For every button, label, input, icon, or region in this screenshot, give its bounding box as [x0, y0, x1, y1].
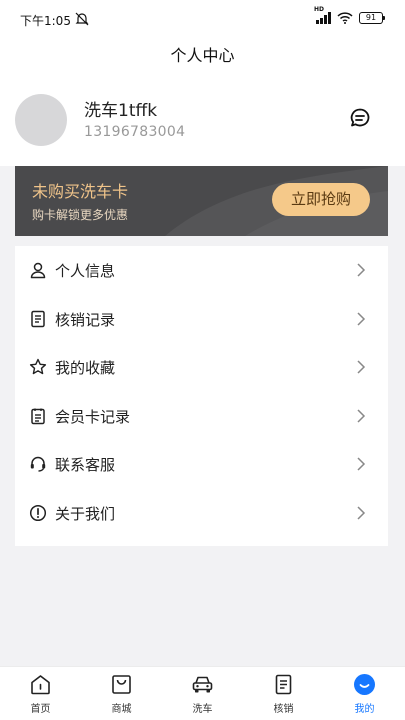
- info-icon: [29, 504, 47, 522]
- nav-bar: 个人中心: [0, 40, 405, 76]
- banner-subtitle: 购卡解锁更多优惠: [32, 208, 129, 222]
- shopping-bag-icon: [112, 675, 131, 694]
- battery-level: 91: [365, 13, 377, 22]
- menu-item-verification-records[interactable]: 核销记录: [15, 295, 388, 343]
- card-record-icon: [31, 408, 45, 425]
- chevron-right-icon: [357, 360, 366, 374]
- battery-icon: 91: [359, 12, 385, 24]
- tab-label: 洗车: [192, 704, 213, 715]
- menu-label: 我的收藏: [55, 359, 116, 377]
- tab-label: 首页: [30, 704, 51, 715]
- menu-item-customer-service[interactable]: 联系客服: [15, 440, 388, 488]
- wifi-icon: [337, 12, 353, 24]
- page-title: 个人中心: [170, 46, 235, 65]
- car-icon: [192, 676, 213, 693]
- banner-title: 未购买洗车卡: [32, 182, 129, 201]
- tab-label: 核销: [273, 704, 294, 715]
- user-name: 洗车1tffk: [84, 101, 158, 121]
- settings-menu: 个人信息 核销记录 我的收藏 会员卡记录 联系客服 关于我们: [15, 246, 388, 546]
- chevron-right-icon: [357, 263, 366, 277]
- status-bar: 下午1:05 HD 91: [0, 0, 405, 40]
- document-icon: [31, 310, 45, 328]
- star-icon: [29, 358, 47, 375]
- menu-label: 会员卡记录: [55, 408, 131, 426]
- person-icon: [30, 262, 46, 279]
- menu-label: 联系客服: [55, 456, 116, 474]
- tab-verification[interactable]: 核销: [243, 667, 324, 720]
- profile-smile-icon: [354, 674, 375, 695]
- avatar[interactable]: [15, 94, 67, 146]
- chevron-right-icon: [357, 506, 366, 520]
- tab-car-wash[interactable]: 洗车: [162, 667, 243, 720]
- menu-item-personal-info[interactable]: 个人信息: [15, 246, 388, 294]
- network-label: HD: [314, 6, 325, 13]
- chevron-right-icon: [357, 409, 366, 423]
- menu-label: 核销记录: [55, 311, 116, 329]
- signal-icon: HD: [314, 6, 331, 24]
- tab-label: 商城: [111, 704, 132, 715]
- document-icon: [275, 674, 292, 695]
- message-icon[interactable]: [349, 107, 371, 129]
- bottom-tab-bar: 首页 商城 洗车 核销 我的: [0, 666, 405, 720]
- tab-label: 我的: [354, 704, 375, 715]
- membership-card-banner[interactable]: 未购买洗车卡 购卡解锁更多优惠 立即抢购: [15, 166, 388, 236]
- headset-icon: [30, 456, 46, 472]
- mute-bell-icon: [75, 12, 89, 26]
- menu-item-about-us[interactable]: 关于我们: [15, 489, 388, 537]
- home-icon: [31, 675, 50, 695]
- status-time: 下午1:05: [20, 14, 71, 28]
- chevron-right-icon: [357, 312, 366, 326]
- tab-mine[interactable]: 我的: [324, 667, 405, 720]
- profile-card[interactable]: 洗车1tffk 13196783004: [0, 76, 405, 166]
- menu-item-membership-card-records[interactable]: 会员卡记录: [15, 392, 388, 440]
- tab-home[interactable]: 首页: [0, 667, 81, 720]
- tab-mall[interactable]: 商城: [81, 667, 162, 720]
- menu-label: 个人信息: [55, 262, 116, 280]
- menu-label: 关于我们: [55, 505, 116, 523]
- chevron-right-icon: [357, 457, 366, 471]
- user-phone: 13196783004: [84, 124, 186, 140]
- menu-item-favorites[interactable]: 我的收藏: [15, 343, 388, 391]
- buy-now-button[interactable]: 立即抢购: [272, 183, 370, 216]
